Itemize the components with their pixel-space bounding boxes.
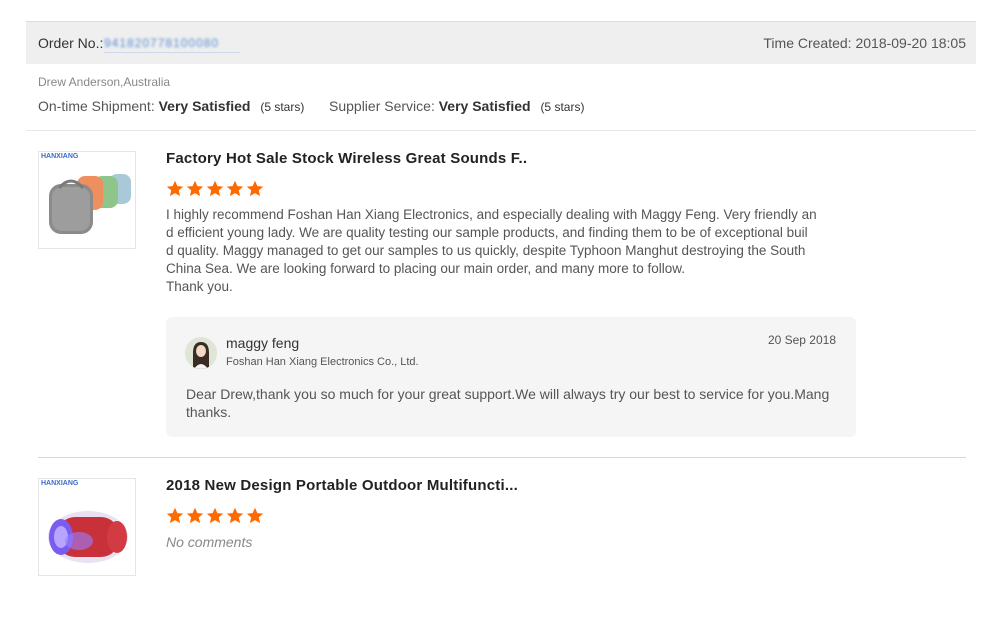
no-comments: No comments [166,534,253,550]
star-icon [206,507,224,524]
speaker-image [48,511,128,563]
buyer-name-country: Drew Anderson,Australia [38,75,171,89]
review-line: d efficient young lady. We are quality t… [166,225,808,240]
shipment-label: On-time Shipment: [38,98,155,114]
brand-logo: HANXIANG [41,153,79,160]
supplier-reply: maggy feng Foshan Han Xiang Electronics … [166,317,856,437]
supplier-label: Supplier Service: [329,98,435,114]
review-line: I highly recommend Foshan Han Xiang Elec… [166,207,817,222]
reply-author-name: maggy feng [226,335,300,351]
divider [38,457,966,458]
reply-date: 20 Sep 2018 [767,333,836,347]
product-thumbnail[interactable]: HANXIANG [38,151,136,249]
reply-line: thanks. [186,404,232,420]
product-title[interactable]: 2018 New Design Portable Outdoor Multifu… [166,477,518,494]
reply-company: Foshan Han Xiang Electronics Co., Ltd. [226,356,419,368]
review-line: d quality. Maggy managed to get our samp… [166,243,806,258]
product-stars [166,507,266,525]
shipment-value: Very Satisfied [158,98,251,114]
order-no-value[interactable]: 941820778100080 [104,36,219,50]
star-icon [186,180,204,197]
product-thumbnail[interactable]: HANXIANG [38,478,136,576]
star-icon [166,180,184,197]
review-line: Thank you. [166,279,233,294]
person-icon [185,337,217,369]
star-icon [226,507,244,524]
reply-text: Dear Drew,thank you so much for your gre… [186,385,836,421]
review-text: I highly recommend Foshan Han Xiang Elec… [166,206,817,296]
star-icon [186,507,204,524]
speaker-image [49,174,131,234]
order-no-underline [104,52,240,53]
order-ratings: On-time Shipment: Very Satisfied (5 star… [38,98,584,114]
product-stars [166,180,266,198]
star-icon [246,180,264,197]
time-created: Time Created: 2018-09-20 18:05 [763,35,966,51]
order-no-label: Order No.: [38,35,104,51]
star-icon [166,507,184,524]
shipment-rating: On-time Shipment: Very Satisfied (5 star… [38,98,304,114]
star-icon [226,180,244,197]
reply-line: Dear Drew,thank you so much for your gre… [186,386,830,402]
star-icon [246,507,264,524]
supplier-stars: (5 stars) [540,100,585,114]
product-title[interactable]: Factory Hot Sale Stock Wireless Great So… [166,150,527,167]
avatar [185,337,217,369]
order-header: Order No.: 941820778100080 Time Created:… [26,21,976,64]
supplier-value: Very Satisfied [438,98,531,114]
review-line: China Sea. We are looking forward to pla… [166,261,686,276]
star-icon [206,180,224,197]
divider [26,130,976,131]
supplier-rating: Supplier Service: Very Satisfied (5 star… [329,98,584,114]
brand-logo: HANXIANG [41,480,79,487]
shipment-stars: (5 stars) [260,100,305,114]
